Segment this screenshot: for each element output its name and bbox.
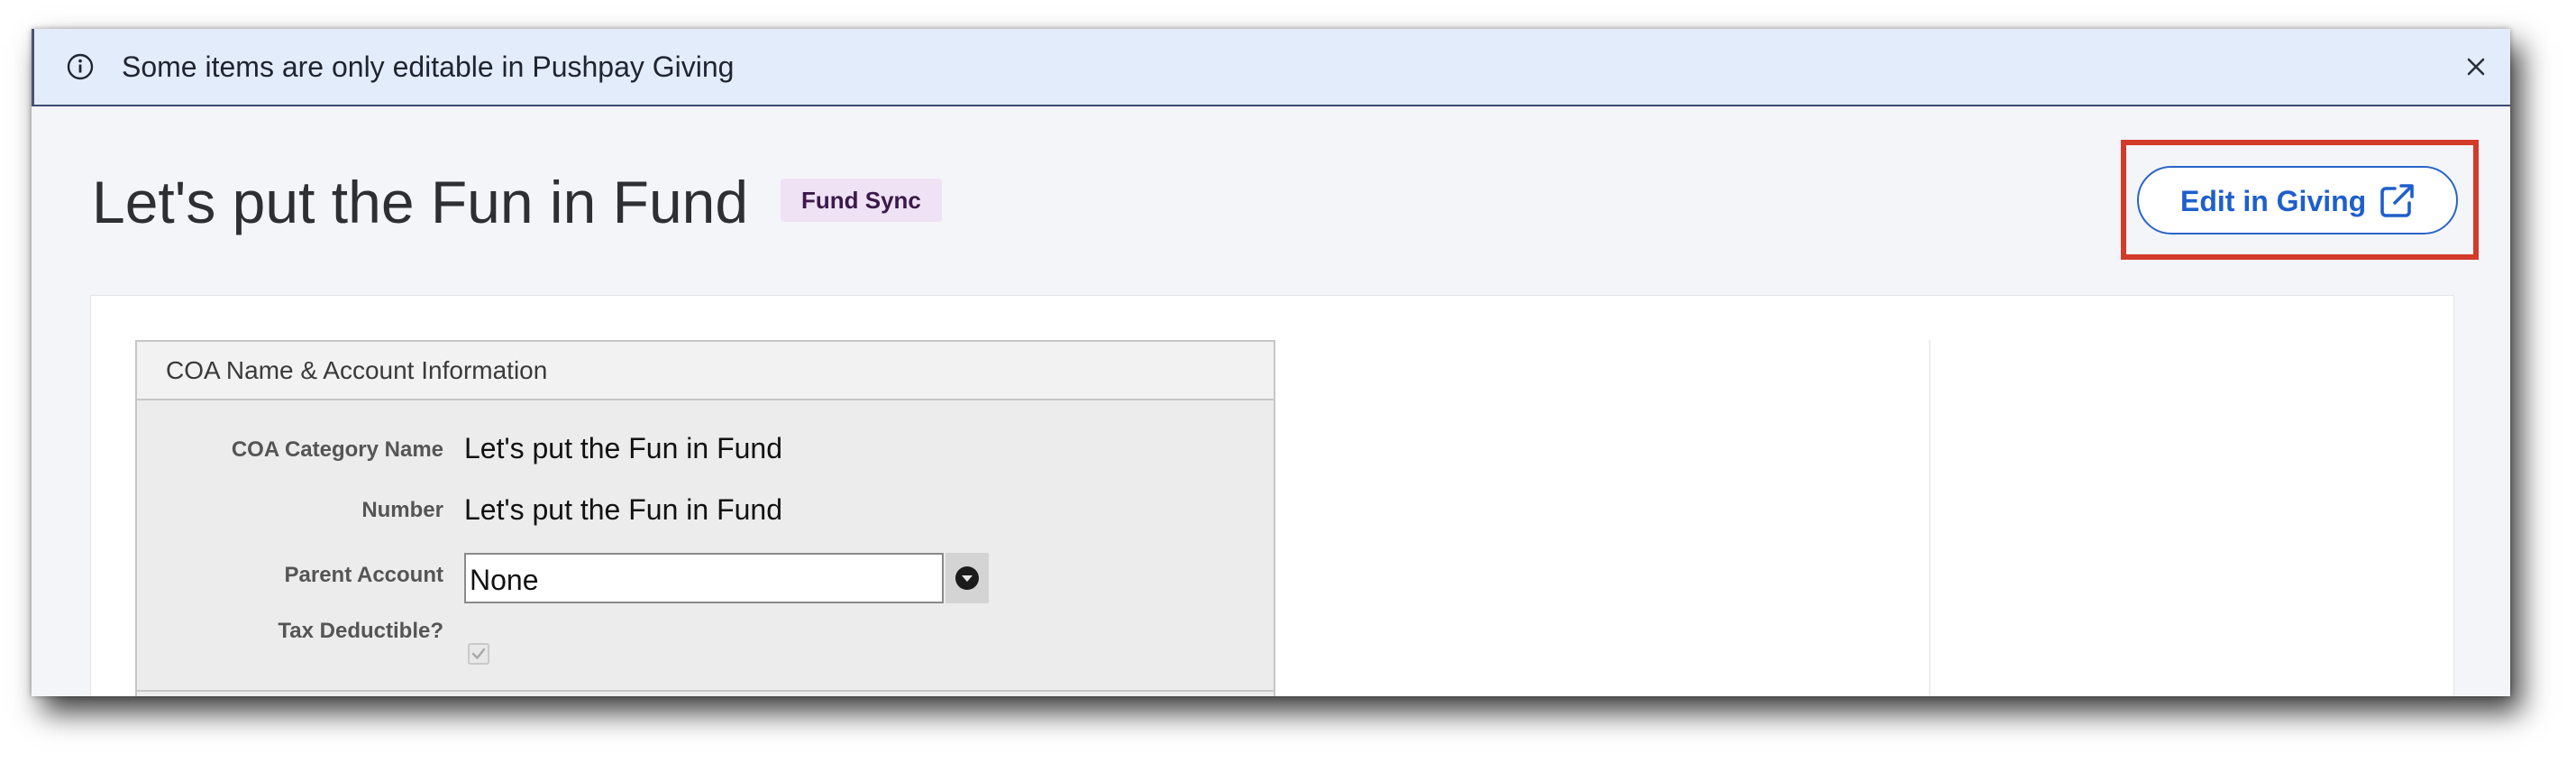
info-banner: Some items are only editable in Pushpay … [32,29,2510,106]
panel-header: COA Name & Account Information [137,342,1274,400]
tax-deductible-checkbox[interactable] [468,643,489,665]
coa-info-panel: COA Name & Account Information COA Categ… [135,340,1275,696]
page-title: Let's put the Fun in Fund [92,169,749,235]
parent-account-label: Parent Account [284,563,443,587]
section-divider [137,690,1274,692]
number-label: Number [361,498,443,522]
coa-category-value: Let's put the Fun in Fund [464,432,782,464]
parent-account-select[interactable]: None [464,553,944,603]
edit-in-giving-label: Edit in Giving [2180,185,2367,217]
external-link-icon [2380,184,2414,217]
column-divider [1929,340,1931,696]
number-value: Let's put the Fun in Fund [464,493,782,526]
chevron-down-icon [955,566,979,590]
close-icon[interactable] [2460,51,2492,83]
app-window: Some items are only editable in Pushpay … [32,29,2510,696]
banner-message: Some items are only editable in Pushpay … [122,51,735,83]
status-badge: Fund Sync [781,179,942,222]
dropdown-button[interactable] [945,553,989,603]
edit-in-giving-button[interactable]: Edit in Giving [2137,166,2458,234]
coa-category-label: COA Category Name [231,437,443,462]
parent-account-value: None [470,564,539,596]
checkmark-icon [471,648,486,659]
info-circle-icon [67,53,94,80]
panel-title: COA Name & Account Information [166,356,548,384]
tax-deductible-label: Tax Deductible? [278,619,443,643]
